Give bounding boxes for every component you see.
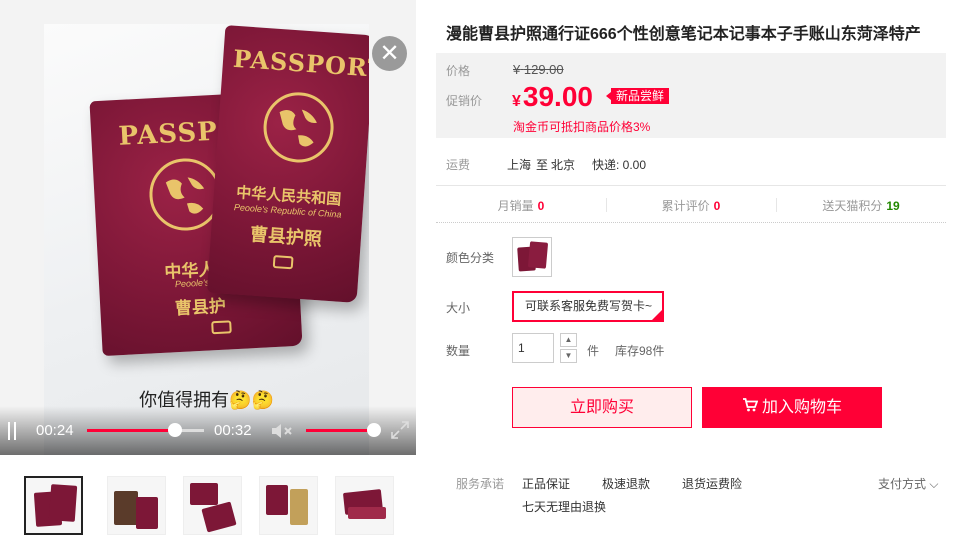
original-price: ¥ 129.00 <box>513 62 564 77</box>
video-player[interactable]: PASSPOR 中华人民 Peoole's Re 曹县护 PASSPORT 中华… <box>0 0 416 455</box>
product-title: 漫能曹县护照通行证666个性创意笔记本记事本子手账山东菏泽特产 <box>446 26 921 43</box>
volume-fill <box>306 429 374 432</box>
progress-bar[interactable] <box>87 423 204 437</box>
product-page: PASSPOR 中华人民 Peoole's Re 曹县护 PASSPORT 中华… <box>0 0 962 549</box>
passport-place-text: 曹县护照 <box>249 224 323 250</box>
shipping-method: 快递: 0.00 <box>592 158 647 172</box>
pause-icon[interactable] <box>7 422 17 440</box>
progress-fill <box>87 429 175 432</box>
divider <box>436 185 946 186</box>
original-price-label: 价格 <box>446 64 471 78</box>
stock-count: 库存98件 <box>615 344 665 358</box>
quantity-input[interactable] <box>512 333 554 363</box>
mute-icon[interactable] <box>270 421 294 441</box>
shipping-label: 运费 <box>446 158 471 172</box>
stats-row: 月销量 0 累计评价 0 送天猫积分 19 <box>436 197 946 213</box>
total-time: 00:32 <box>214 422 252 439</box>
payment-method-label: 支付方式 <box>878 477 927 491</box>
ship-from: 上海 <box>507 158 532 172</box>
divider <box>436 222 946 223</box>
service-label: 服务承诺 <box>456 477 505 491</box>
video-frame: PASSPOR 中华人民 Peoole's Re 曹县护 PASSPORT 中华… <box>44 24 369 455</box>
chip-icon <box>272 255 294 270</box>
size-option-selected[interactable]: 可联系客服免费写贺卡~ <box>512 291 664 322</box>
passport-title: PASSPORT <box>232 43 369 84</box>
new-product-badge: 新品尝鲜 <box>605 88 670 104</box>
quantity-unit: 件 <box>587 344 600 358</box>
size-label: 大小 <box>446 301 471 315</box>
service-item[interactable]: 正品保证 <box>522 475 570 492</box>
globe-icon <box>261 90 336 165</box>
volume-slider[interactable] <box>306 423 381 437</box>
service-item[interactable]: 极速退款 <box>602 475 650 492</box>
service-item[interactable]: 七天无理由退换 <box>522 498 606 515</box>
color-label: 颜色分类 <box>446 251 495 265</box>
currency-symbol: ¥ <box>512 93 521 110</box>
color-option-swatch[interactable] <box>512 237 552 277</box>
buy-now-button[interactable]: 立即购买 <box>512 387 692 428</box>
current-time: 00:24 <box>36 422 74 439</box>
promo-price-value: 39.00 <box>522 81 593 112</box>
quantity-label: 数量 <box>446 344 471 358</box>
chevron-down-icon: ⌵ <box>551 156 561 170</box>
video-controls: 00:24 00:32 <box>0 406 416 455</box>
review-count[interactable]: 累计评价 0 <box>606 197 776 214</box>
thumbnail-2[interactable] <box>107 476 166 535</box>
chevron-down-icon: ⌵ <box>926 477 939 491</box>
thumbnail-3[interactable] <box>183 476 242 535</box>
tmall-points: 送天猫积分 19 <box>822 199 900 213</box>
fullscreen-icon[interactable] <box>390 420 410 440</box>
promo-price-label: 促销价 <box>446 94 483 108</box>
service-item[interactable]: 退货运费险 <box>682 475 742 492</box>
ship-to-word: 至 <box>536 158 549 172</box>
price-panel: 价格 ¥ 129.00 促销价 ¥39.00 新品尝鲜 淘金币可抵扣商品价格3% <box>436 53 946 138</box>
quantity-increase-button[interactable]: ▲ <box>560 333 577 347</box>
thumbnail-5[interactable] <box>335 476 394 535</box>
chip-icon <box>211 320 232 335</box>
thumbnail-1[interactable] <box>24 476 83 535</box>
quantity-decrease-button[interactable]: ▼ <box>560 349 577 363</box>
thumbnail-4[interactable] <box>259 476 318 535</box>
promo-price: ¥39.00 <box>512 81 593 113</box>
monthly-sales: 月销量 0 <box>497 199 545 213</box>
taojinbi-note[interactable]: 淘金币可抵扣商品价格3% <box>513 118 650 135</box>
close-video-button[interactable]: ✕ <box>372 36 407 71</box>
original-price-value: 129.00 <box>523 62 564 77</box>
volume-handle[interactable] <box>367 423 381 437</box>
passport-image-front: PASSPORT 中华人民共和国 Peoole's Republic of Ch… <box>206 25 369 303</box>
payment-method-dropdown[interactable]: 支付方式 ⌵ <box>878 475 938 492</box>
cart-icon <box>742 388 759 427</box>
add-to-cart-label: 加入购物车 <box>761 399 842 416</box>
currency-symbol: ¥ <box>513 62 521 77</box>
add-to-cart-button[interactable]: 加入购物车 <box>702 387 882 428</box>
progress-handle[interactable] <box>167 423 182 437</box>
